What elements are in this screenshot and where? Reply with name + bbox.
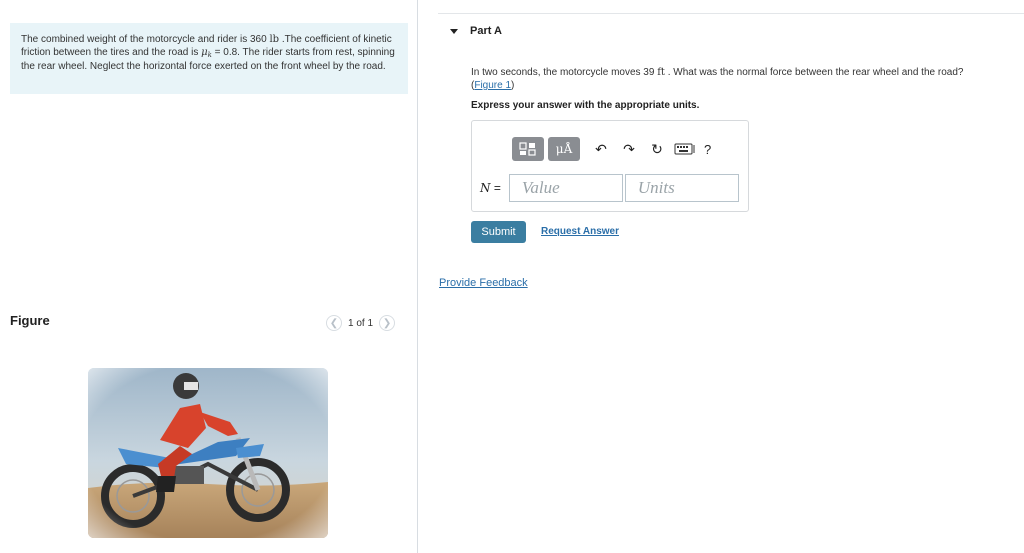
units-button[interactable]: μÅ: [548, 137, 580, 161]
answer-box: μÅ ↶ ↷ ↻ ? N =: [471, 120, 749, 212]
figure-link[interactable]: Figure 1: [474, 80, 511, 91]
templates-icon[interactable]: [512, 137, 544, 161]
answer-variable: N: [480, 181, 491, 195]
motorcycle-photo: [88, 368, 328, 538]
value-input[interactable]: [509, 175, 622, 201]
undo-icon[interactable]: ↶: [590, 138, 612, 160]
help-button[interactable]: ?: [704, 142, 711, 157]
top-divider: [438, 13, 1024, 14]
chevron-left-icon[interactable]: ❮: [326, 315, 342, 331]
math-toolbar: μÅ ↶ ↷ ↻ ?: [512, 137, 711, 161]
answer-row: N =: [480, 174, 741, 202]
question-text-2: . What was the normal force between the …: [664, 67, 964, 78]
answer-instruction: Express your answer with the appropriate…: [471, 100, 700, 111]
unit-lb: lb: [269, 34, 280, 45]
reset-icon[interactable]: ↻: [646, 138, 668, 160]
answer-label: N =: [480, 181, 501, 195]
motorcycle-figure-image: [88, 368, 328, 538]
problem-text-1: The combined weight of the motorcycle an…: [21, 34, 270, 45]
redo-icon[interactable]: ↷: [618, 138, 640, 160]
right-panel: Part A In two seconds, the motorcycle mo…: [418, 0, 1024, 553]
request-answer-link[interactable]: Request Answer: [541, 226, 619, 237]
value-field-wrapper: [508, 174, 623, 202]
unit-ft: ft: [657, 67, 665, 78]
answer-equals: =: [490, 181, 501, 195]
part-a-toggle[interactable]: Part A: [450, 25, 502, 37]
question-text: In two seconds, the motorcycle moves 39 …: [471, 66, 1011, 92]
units-field-wrapper: [624, 174, 739, 202]
question-text-1: In two seconds, the motorcycle moves 39: [471, 67, 658, 78]
left-panel: The combined weight of the motorcycle an…: [0, 0, 417, 553]
caret-down-icon: [450, 28, 458, 34]
provide-feedback-link[interactable]: Provide Feedback: [439, 277, 528, 289]
keyboard-glyph: [674, 143, 695, 155]
figure-pager: ❮ 1 of 1 ❯: [326, 314, 396, 332]
templates-glyph: [519, 142, 536, 156]
chevron-right-icon[interactable]: ❯: [379, 315, 396, 331]
figure-title: Figure: [10, 313, 50, 328]
part-label: Part A: [470, 25, 502, 37]
paren-close: ): [511, 80, 515, 91]
problem-statement: The combined weight of the motorcycle an…: [10, 23, 408, 94]
keyboard-icon[interactable]: [674, 138, 696, 160]
units-input[interactable]: [625, 175, 738, 201]
submit-button[interactable]: Submit: [471, 221, 526, 243]
pager-text: 1 of 1: [348, 317, 374, 329]
